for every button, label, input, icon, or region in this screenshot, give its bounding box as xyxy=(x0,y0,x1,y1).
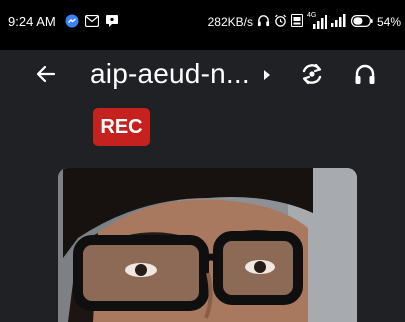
volte-icon xyxy=(290,13,304,30)
participant-video-tile[interactable] xyxy=(58,168,357,322)
participant-video xyxy=(58,168,357,322)
status-right: 282KB/s 4G 54% xyxy=(207,12,401,30)
alarm-icon xyxy=(274,14,287,30)
network-speed: 282KB/s xyxy=(207,15,253,29)
headphones-icon[interactable] xyxy=(353,62,377,86)
meeting-title[interactable]: aip-aeud-n... xyxy=(90,58,250,90)
camera-switch-icon[interactable] xyxy=(299,61,325,87)
arrow-left-icon[interactable] xyxy=(34,62,58,86)
status-time: 9:24 AM xyxy=(8,14,56,29)
chevron-right-icon[interactable] xyxy=(264,70,270,80)
signal-icon xyxy=(330,14,347,30)
status-bar: 9:24 AM 282KB/s 4G 54% xyxy=(0,0,405,50)
call-app-bar: aip-aeud-n... xyxy=(0,50,405,100)
signal-4g-icon: 4G xyxy=(307,12,327,29)
gmail-icon xyxy=(85,14,99,28)
messenger-icon xyxy=(65,14,79,28)
battery-percent: 54% xyxy=(376,15,401,29)
battery-icon xyxy=(350,14,373,30)
chat-icon xyxy=(105,14,119,28)
headset-status-icon xyxy=(257,14,270,30)
recording-badge: REC xyxy=(93,108,150,146)
